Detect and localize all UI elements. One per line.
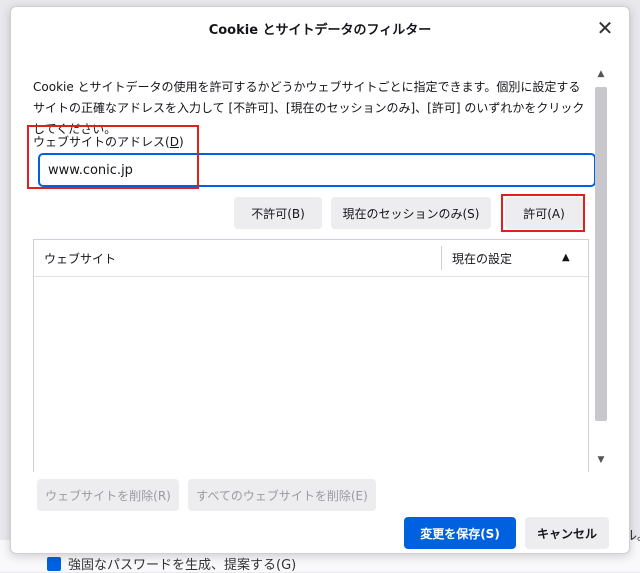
scrollbar-thumb[interactable] [595, 87, 607, 421]
cookie-exceptions-dialog: Cookie とサイトデータのフィルター ✕ Cookie とサイトデータの使用… [10, 6, 630, 554]
remove-all-websites-button[interactable]: すべてのウェブサイトを削除(E) [188, 479, 376, 511]
website-list[interactable]: ウェブサイト 現在の設定 ▲ [33, 239, 589, 472]
column-divider[interactable] [441, 246, 442, 270]
dialog-title: Cookie とサイトデータのフィルター [208, 23, 432, 38]
sort-ascending-icon[interactable]: ▲ [562, 252, 570, 263]
scroll-up-icon[interactable]: ▲ [593, 69, 609, 83]
background-checkbox-label: 強固なパスワードを生成、提案する(G) [68, 558, 297, 573]
block-button[interactable]: 不許可(B) [234, 197, 322, 229]
session-only-button[interactable]: 現在のセッションのみ(S) [331, 197, 491, 229]
scroll-down-icon[interactable]: ▼ [593, 455, 609, 469]
dialog-titlebar: Cookie とサイトデータのフィルター ✕ [11, 7, 629, 49]
remove-website-button[interactable]: ウェブサイトを削除(R) [37, 479, 179, 511]
dialog-scrollbar[interactable]: ▲ ▼ [593, 69, 609, 469]
save-changes-button[interactable]: 変更を保存(S) [404, 517, 516, 549]
background-checkbox[interactable] [47, 557, 61, 571]
highlight-box-allow [501, 194, 585, 232]
cancel-button[interactable]: キャンセル [525, 517, 609, 549]
column-header-website[interactable]: ウェブサイト [44, 250, 116, 267]
list-header: ウェブサイト 現在の設定 ▲ [34, 240, 588, 277]
close-icon[interactable]: ✕ [593, 17, 617, 41]
dialog-content: Cookie とサイトデータの使用を許可するかどうかウェブサイトごとに指定できま… [11, 49, 629, 472]
column-header-status[interactable]: 現在の設定 [452, 250, 512, 267]
highlight-box-address [27, 125, 199, 189]
dialog-footer: ウェブサイトを削除(R) すべてのウェブサイトを削除(E) 変更を保存(S) キ… [11, 469, 629, 553]
